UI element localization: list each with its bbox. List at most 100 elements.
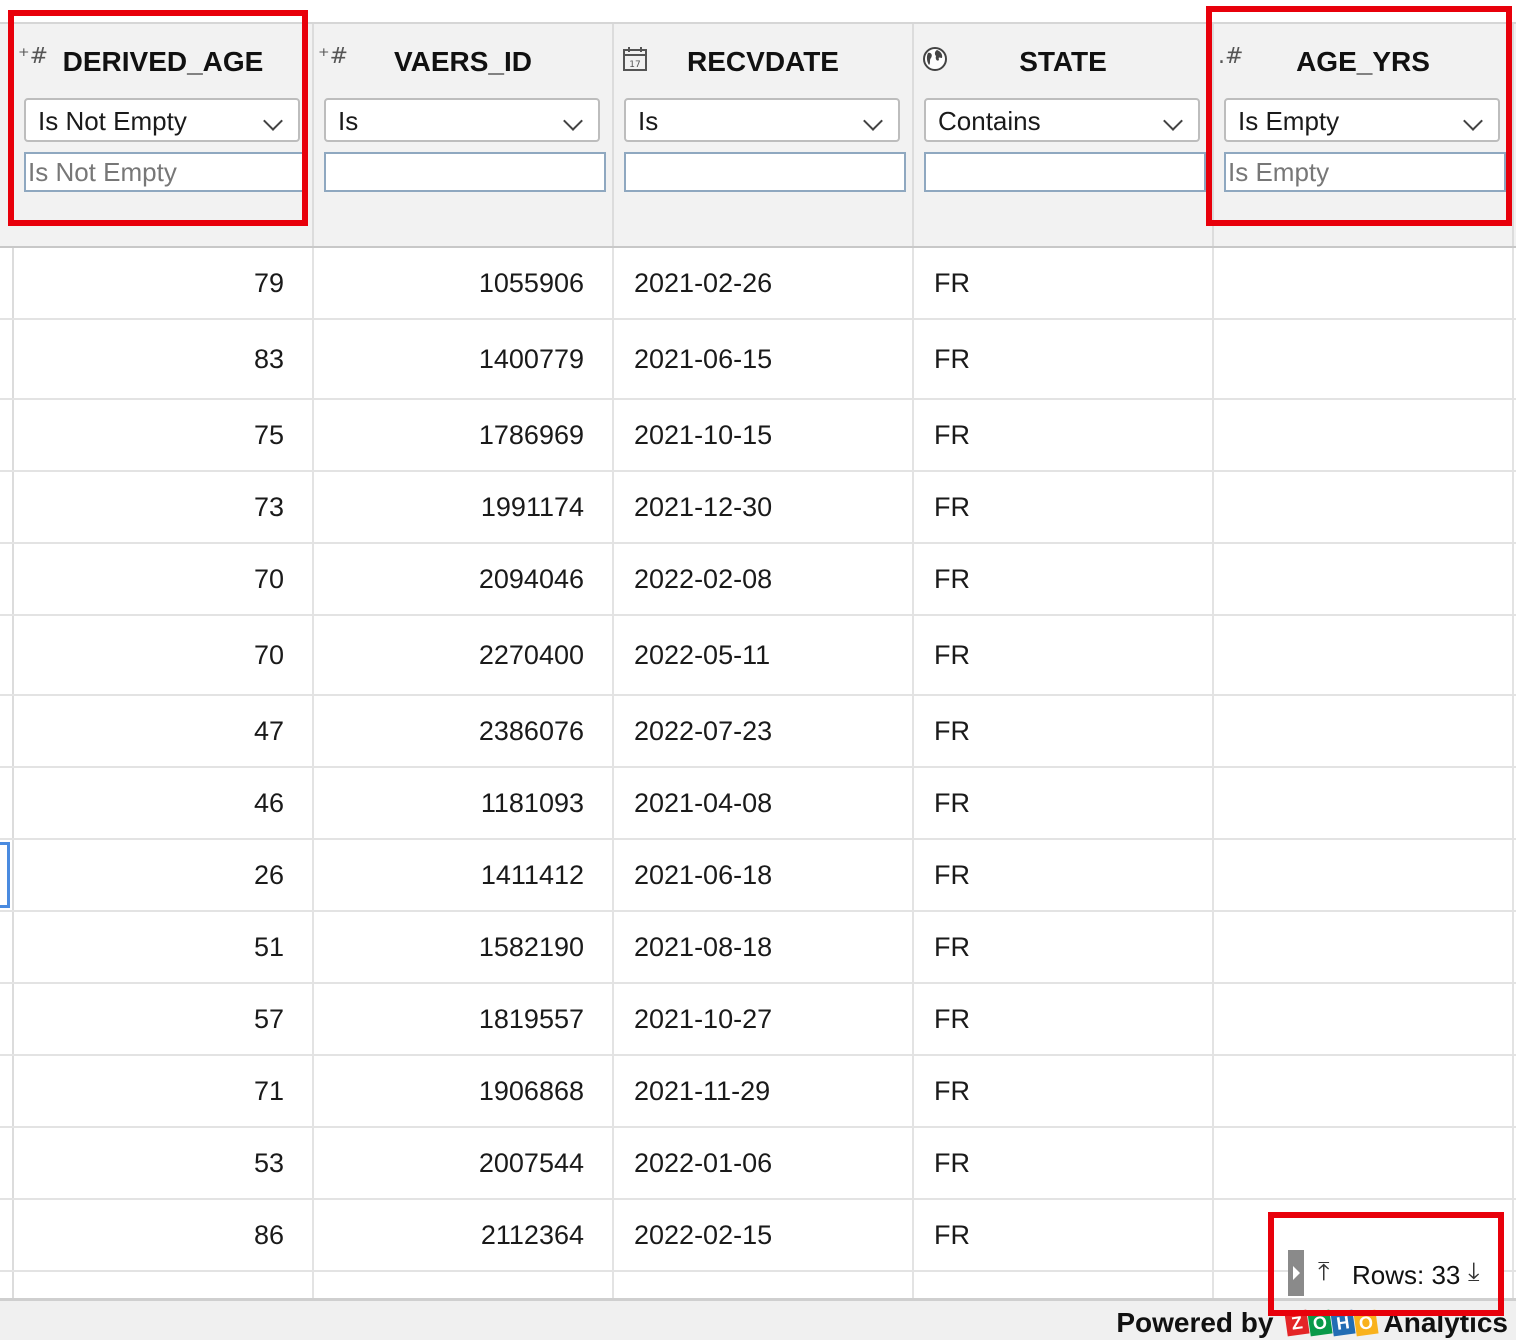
cell-vaers-id[interactable]: 1819557 <box>314 984 614 1054</box>
cell-age-yrs[interactable] <box>1214 616 1514 694</box>
cell-age-yrs[interactable] <box>1214 248 1514 318</box>
column-title-row[interactable]: .# AGE_YRS <box>1214 24 1512 94</box>
cell-vaers-id[interactable]: 1991174 <box>314 472 614 542</box>
cell-state[interactable]: FR <box>914 544 1214 614</box>
cell-age-yrs[interactable] <box>1214 840 1514 910</box>
cell-vaers-id[interactable]: 1055906 <box>314 248 614 318</box>
cell-state[interactable]: FR <box>914 248 1214 318</box>
cell-state[interactable]: FR <box>914 616 1214 694</box>
table-row[interactable]: 26 1411412 2021-06-18 FR <box>0 840 1516 912</box>
filter-operator-dropdown[interactable]: Is Empty <box>1224 98 1500 142</box>
cell-derived-age[interactable]: 71 <box>14 1056 314 1126</box>
cell-age-yrs[interactable] <box>1214 472 1514 542</box>
cell-vaers-id[interactable]: 2094046 <box>314 544 614 614</box>
cell-derived-age[interactable]: 47 <box>14 696 314 766</box>
scroll-to-bottom-icon[interactable]: ⤓ <box>1468 1258 1480 1286</box>
cell-state[interactable]: FR <box>914 400 1214 470</box>
table-row[interactable]: 71 1906868 2021-11-29 FR <box>0 1056 1516 1128</box>
cell-recvdate[interactable]: 2021-11-29 <box>614 1056 914 1126</box>
cell-vaers-id[interactable]: 1786969 <box>314 400 614 470</box>
cell-age-yrs[interactable] <box>1214 1128 1514 1198</box>
cell-age-yrs[interactable] <box>1214 696 1514 766</box>
filter-value-input[interactable] <box>626 154 904 190</box>
cell-recvdate[interactable]: 2021-10-15 <box>614 400 914 470</box>
cell-age-yrs[interactable] <box>1214 320 1514 398</box>
table-row[interactable]: 51 1582190 2021-08-18 FR <box>0 912 1516 984</box>
cell-recvdate[interactable]: 2021-08-18 <box>614 912 914 982</box>
cell-state[interactable]: FR <box>914 1056 1214 1126</box>
column-title-row[interactable]: ⁺# VAERS_ID <box>314 24 612 94</box>
pager-collapse-handle[interactable] <box>1288 1250 1304 1296</box>
filter-value-input[interactable] <box>1226 154 1504 190</box>
cell-state[interactable]: FR <box>914 696 1214 766</box>
cell-state[interactable]: FR <box>914 984 1214 1054</box>
filter-operator-dropdown[interactable]: Is <box>624 98 900 142</box>
cell-derived-age[interactable]: 86 <box>14 1200 314 1270</box>
cell-derived-age[interactable]: 26 <box>14 840 314 910</box>
cell-vaers-id[interactable]: 1411412 <box>314 840 614 910</box>
cell-derived-age[interactable]: 83 <box>14 320 314 398</box>
cell-vaers-id[interactable]: 1582190 <box>314 912 614 982</box>
cell-derived-age[interactable]: 70 <box>14 616 314 694</box>
table-row[interactable]: 57 1819557 2021-10-27 FR <box>0 984 1516 1056</box>
table-row[interactable]: 46 1181093 2021-04-08 FR <box>0 768 1516 840</box>
cell-recvdate[interactable]: 2021-04-08 <box>614 768 914 838</box>
cell-derived-age[interactable]: 57 <box>14 984 314 1054</box>
cell-vaers-id[interactable]: 2007544 <box>314 1128 614 1198</box>
cell-state[interactable]: FR <box>914 1200 1214 1270</box>
powered-by-zoho-analytics[interactable]: Powered by Z O H O Analytics <box>1116 1305 1508 1340</box>
cell-recvdate[interactable]: 2022-05-11 <box>614 616 914 694</box>
table-row[interactable]: 75 1786969 2021-10-15 FR <box>0 400 1516 472</box>
cell-vaers-id[interactable]: 1181093 <box>314 768 614 838</box>
cell-vaers-id[interactable]: 2112364 <box>314 1200 614 1270</box>
column-title-row[interactable]: STATE <box>914 24 1212 94</box>
cell-state[interactable]: FR <box>914 768 1214 838</box>
cell-recvdate[interactable]: 2021-12-30 <box>614 472 914 542</box>
cell-vaers-id[interactable]: 2386076 <box>314 696 614 766</box>
cell-age-yrs[interactable] <box>1214 544 1514 614</box>
cell-vaers-id[interactable]: 2270400 <box>314 616 614 694</box>
filter-operator-dropdown[interactable]: Is <box>324 98 600 142</box>
cell-recvdate[interactable]: 2021-02-26 <box>614 248 914 318</box>
cell-state[interactable]: FR <box>914 912 1214 982</box>
cell-age-yrs[interactable] <box>1214 1056 1514 1126</box>
table-row[interactable]: 73 1991174 2021-12-30 FR <box>0 472 1516 544</box>
table-row[interactable]: 83 1400779 2021-06-15 FR <box>0 320 1516 400</box>
cell-age-yrs[interactable] <box>1214 768 1514 838</box>
table-row[interactable]: 47 2386076 2022-07-23 FR <box>0 696 1516 768</box>
cell-recvdate[interactable]: 2021-06-18 <box>614 840 914 910</box>
table-row[interactable]: 79 1055906 2021-02-26 FR <box>0 248 1516 320</box>
cell-recvdate[interactable]: 2022-07-23 <box>614 696 914 766</box>
cell-derived-age[interactable]: 46 <box>14 768 314 838</box>
cell-state[interactable]: FR <box>914 472 1214 542</box>
table-row[interactable]: 53 2007544 2022-01-06 FR <box>0 1128 1516 1200</box>
filter-value-input[interactable] <box>926 154 1204 190</box>
cell-vaers-id[interactable]: 1400779 <box>314 320 614 398</box>
cell-recvdate[interactable]: 2022-01-06 <box>614 1128 914 1198</box>
table-row[interactable]: 70 2094046 2022-02-08 FR <box>0 544 1516 616</box>
filter-value-input[interactable] <box>26 154 304 190</box>
cell-derived-age[interactable]: 75 <box>14 400 314 470</box>
cell-derived-age[interactable]: 53 <box>14 1128 314 1198</box>
cell-recvdate[interactable]: 2022-02-08 <box>614 544 914 614</box>
cell-vaers-id[interactable]: 1906868 <box>314 1056 614 1126</box>
filter-operator-dropdown[interactable]: Is Not Empty <box>24 98 300 142</box>
scroll-to-top-icon[interactable]: ⤒ <box>1318 1258 1330 1286</box>
filter-value-input[interactable] <box>326 154 604 190</box>
cell-derived-age[interactable]: 79 <box>14 248 314 318</box>
filter-operator-dropdown[interactable]: Contains <box>924 98 1200 142</box>
cell-derived-age[interactable]: 51 <box>14 912 314 982</box>
cell-state[interactable]: FR <box>914 840 1214 910</box>
cell-age-yrs[interactable] <box>1214 912 1514 982</box>
cell-age-yrs[interactable] <box>1214 400 1514 470</box>
table-row[interactable]: 70 2270400 2022-05-11 FR <box>0 616 1516 696</box>
cell-derived-age[interactable]: 70 <box>14 544 314 614</box>
cell-state[interactable]: FR <box>914 1128 1214 1198</box>
cell-recvdate[interactable]: 2022-02-15 <box>614 1200 914 1270</box>
cell-state[interactable]: FR <box>914 320 1214 398</box>
cell-derived-age[interactable]: 73 <box>14 472 314 542</box>
column-title-row[interactable]: 17 RECVDATE <box>614 24 912 94</box>
column-title-row[interactable]: ⁺# DERIVED_AGE <box>14 24 312 94</box>
cell-recvdate[interactable]: 2021-10-27 <box>614 984 914 1054</box>
cell-recvdate[interactable]: 2021-06-15 <box>614 320 914 398</box>
